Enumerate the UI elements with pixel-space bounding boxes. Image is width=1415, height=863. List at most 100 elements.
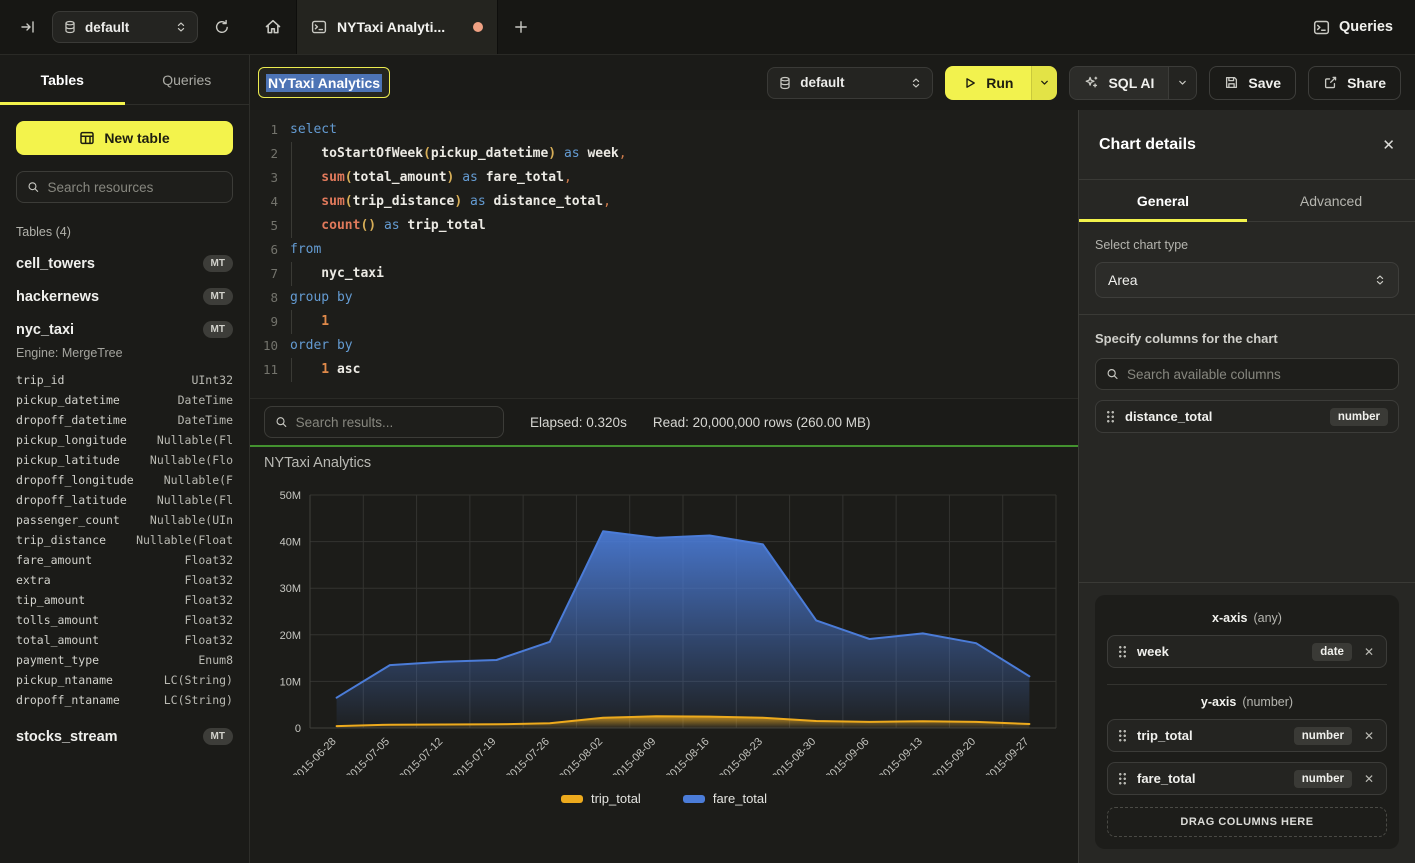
chart-type-selector[interactable]: Area [1095,262,1399,298]
drag-handle-icon[interactable] [1118,645,1127,658]
elapsed-stat: Elapsed: 0.320s [530,415,627,430]
remove-column-icon[interactable]: ✕ [1362,645,1376,659]
close-panel-icon[interactable]: ✕ [1382,136,1395,154]
legend-item-fare_total[interactable]: fare_total [683,791,767,806]
query-database-selector[interactable]: default [767,67,933,99]
y-tick-label: 30M [280,583,301,595]
column-type: Nullable(Fl [157,490,233,510]
refresh-button[interactable] [208,13,236,41]
column-type: Nullable(UIn [150,510,233,530]
sidebar-database-selector[interactable]: default [52,11,198,43]
query-tab-label: NYTaxi Analyti... [337,19,463,35]
chevron-down-icon [1039,77,1050,88]
new-tab-button[interactable] [498,0,544,54]
x-tick-label: 2015-09-13 [877,736,925,775]
share-button[interactable]: Share [1308,66,1401,100]
queries-icon [1313,19,1330,36]
column-name: dropoff_ntaname [16,690,120,710]
queries-button[interactable]: Queries [1313,19,1393,36]
column-row: pickup_datetimeDateTime [16,390,233,410]
sql-ai-label: SQL AI [1108,75,1154,91]
query-title-input[interactable]: NYTaxi Analytics [258,67,390,98]
type-badge: number [1330,408,1388,426]
table-item-nyc-taxi[interactable]: nyc_taxi MT [16,321,233,338]
column-row: trip_distanceNullable(Float [16,530,233,550]
queries-button-label: Queries [1339,19,1393,35]
code-text: sum(total_amount) as fare_total, [290,166,572,190]
run-button-label: Run [986,75,1013,91]
drag-handle-icon[interactable] [1118,729,1127,742]
axes-card: x-axis(any) weekdate✕ y-axis(number) tri… [1095,595,1399,849]
new-table-button[interactable]: New table [16,121,233,155]
sql-ai-caret[interactable] [1168,67,1196,99]
drop-zone[interactable]: DRAG COLUMNS HERE [1107,807,1387,837]
panel-tab-advanced-label: Advanced [1300,193,1362,209]
column-row: pickup_latitudeNullable(Flo [16,450,233,470]
x-tick-label: 2015-07-05 [344,736,392,775]
sql-ai-main[interactable]: SQL AI [1070,67,1168,99]
drag-handle-icon[interactable] [1106,410,1115,423]
run-button[interactable]: Run [945,66,1057,100]
engine-badge: MT [203,255,233,272]
panel-tab-general[interactable]: General [1079,180,1247,221]
x-tick-label: 2015-08-30 [770,736,818,775]
sidebar-search-input[interactable] [48,180,222,195]
main-area: NYTaxi Analytics default Run [250,55,1415,863]
sql-ai-button[interactable]: SQL AI [1069,66,1197,100]
legend-item-trip_total[interactable]: trip_total [561,791,641,806]
column-type: LC(String) [164,670,233,690]
column-type: Nullable(F [164,470,233,490]
column-name: tolls_amount [16,610,99,630]
column-name: payment_type [16,650,99,670]
tab-strip: NYTaxi Analyti... [250,0,1291,54]
run-button-main[interactable]: Run [945,66,1031,100]
column-chip-trip_total[interactable]: trip_totalnumber✕ [1107,719,1387,752]
x-tick-label: 2015-09-20 [930,736,978,775]
save-button[interactable]: Save [1209,66,1296,100]
sidebar-search[interactable] [16,171,233,203]
query-title-value: NYTaxi Analytics [266,74,382,92]
columns-search[interactable] [1095,358,1399,390]
results-search-input[interactable] [296,415,493,430]
table-item-stocks-stream[interactable]: stocks_stream MT [16,728,233,745]
remove-column-icon[interactable]: ✕ [1362,729,1376,743]
query-tab[interactable]: NYTaxi Analyti... [296,0,498,54]
column-name: pickup_datetime [16,390,120,410]
area-chart[interactable]: 010M20M30M40M50M2015-06-282015-07-052015… [250,479,1078,775]
y-tick-label: 0 [295,723,301,735]
type-badge: date [1312,643,1352,661]
column-type: UInt32 [191,370,233,390]
run-options-caret[interactable] [1031,66,1057,100]
table-name: cell_towers [16,256,95,272]
column-chip-week[interactable]: weekdate✕ [1107,635,1387,668]
line-number: 9 [250,310,278,334]
table-item-cell-towers[interactable]: cell_towers MT [16,255,233,272]
column-chip-distance_total[interactable]: distance_totalnumber [1095,400,1399,433]
column-type: Float32 [185,550,233,570]
panel-tab-advanced[interactable]: Advanced [1247,180,1415,221]
column-type: Nullable(Float [136,530,233,550]
code-text: 1 [290,310,329,334]
drag-handle-icon[interactable] [1118,772,1127,785]
x-axis-chips: weekdate✕ [1107,635,1387,668]
collapse-sidebar-button[interactable] [14,13,42,41]
sidebar-tab-queries[interactable]: Queries [125,55,250,104]
column-type: Float32 [185,590,233,610]
table-item-hackernews[interactable]: hackernews MT [16,288,233,305]
column-row: fare_amountFloat32 [16,550,233,570]
sidebar-tab-tables[interactable]: Tables [0,55,125,104]
column-chip-fare_total[interactable]: fare_totalnumber✕ [1107,762,1387,795]
column-name: dropoff_longitude [16,470,134,490]
updown-chevron-icon [910,77,922,89]
available-columns: distance_totalnumber [1095,400,1399,433]
code-text: count() as trip_total [290,214,486,238]
remove-column-icon[interactable]: ✕ [1362,772,1376,786]
chart-legend: trip_total fare_total [250,791,1078,806]
x-tick-label: 2015-08-23 [717,736,765,775]
column-row: extraFloat32 [16,570,233,590]
results-search[interactable] [264,406,504,438]
table-icon [79,130,95,146]
columns-section: Specify columns for the chart distance_t… [1079,315,1415,449]
home-button[interactable] [250,0,296,54]
columns-search-input[interactable] [1127,367,1388,382]
